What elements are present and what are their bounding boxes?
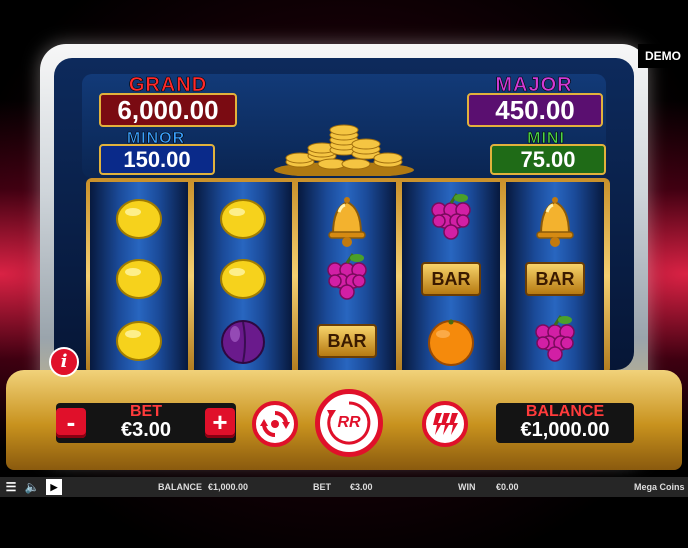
- symbol-lemon: [116, 199, 162, 239]
- minor-value: 150.00: [99, 144, 215, 175]
- symbol-lemon: [116, 321, 162, 361]
- bet-decrease-button[interactable]: -: [56, 408, 86, 438]
- status-bet-label: BET: [313, 482, 331, 492]
- status-win-label: WIN: [458, 482, 476, 492]
- video-icon[interactable]: ▶: [46, 479, 62, 495]
- balance-value: €1,000.00: [520, 419, 610, 441]
- spin-logo: RR: [337, 414, 361, 431]
- symbol-bell: [328, 197, 366, 247]
- symbol-bar: BAR: [421, 262, 481, 296]
- major-value: 450.00: [467, 93, 603, 127]
- turbo-icon: [433, 413, 458, 435]
- sound-icon[interactable]: 🔈: [24, 479, 40, 495]
- symbol-lemon: [220, 259, 266, 299]
- symbol-bar: BAR: [317, 324, 377, 358]
- balance-panel: BALANCE €1,000.00: [496, 403, 634, 443]
- info-button[interactable]: i: [49, 347, 79, 377]
- game-stage: GRAND 6,000.00 MAJOR 450.00 MINOR 150.00…: [0, 0, 688, 548]
- status-balance-value: €1,000.00: [208, 482, 249, 492]
- symbol-lemon: [116, 259, 162, 299]
- symbol-plum: [221, 320, 265, 364]
- coin-pile-image: [274, 124, 414, 176]
- symbol-bar: BAR: [525, 262, 585, 296]
- autoplay-icon: [260, 411, 290, 437]
- mini-value: 75.00: [490, 144, 606, 175]
- game-name: Mega Coins: [634, 482, 685, 492]
- grand-value: 6,000.00: [99, 93, 237, 127]
- symbol-orange: [428, 319, 474, 366]
- status-bet-value: €3.00: [350, 482, 373, 492]
- turbo-button[interactable]: [422, 401, 468, 447]
- symbol-bell: [536, 197, 574, 247]
- bar-text: BAR: [535, 268, 575, 289]
- demo-badge: DEMO: [638, 44, 688, 68]
- symbol-grapes: [327, 253, 367, 300]
- bar-text: BAR: [327, 330, 367, 351]
- autoplay-button[interactable]: [252, 401, 298, 447]
- spin-button[interactable]: RR: [315, 389, 383, 457]
- status-bar: ☰ 🔈 ▶ BALANCE €1,000.00 BET €3.00 WIN €0…: [0, 477, 688, 497]
- symbol-grapes: [431, 193, 471, 240]
- bet-increase-button[interactable]: +: [205, 408, 235, 438]
- bar-text: BAR: [431, 268, 471, 289]
- status-balance-label: BALANCE: [158, 482, 202, 492]
- menu-icon[interactable]: ☰: [3, 479, 19, 495]
- symbol-lemon: [220, 199, 266, 239]
- status-win-value: €0.00: [496, 482, 519, 492]
- symbol-grapes: [535, 315, 575, 362]
